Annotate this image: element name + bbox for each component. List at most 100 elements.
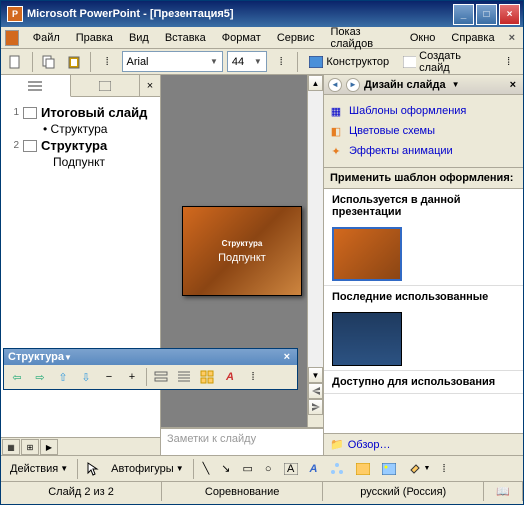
rectangle-tool[interactable]: ▭ [237,458,257,480]
prev-slide-button[interactable] [308,383,323,399]
minimize-button[interactable]: _ [453,4,474,25]
collapse-button[interactable]: − [98,367,120,387]
toolbar-more[interactable]: ⁞ [97,51,118,73]
arrow-tool[interactable]: ↘ [216,458,235,480]
status-spellcheck-icon[interactable]: 📖 [484,482,523,501]
status-slide: Слайд 2 из 2 [1,482,162,501]
designer-button[interactable]: Конструктор [304,51,394,73]
doc-close-button[interactable]: × [503,32,521,44]
slide-icon [23,107,37,119]
movedown-button[interactable]: ⇩ [75,367,97,387]
menu-view[interactable]: Вид [121,30,157,46]
svg-text:A: A [287,463,295,475]
toolbar-more-2[interactable]: ⁞ [271,51,292,73]
maximize-button[interactable]: □ [476,4,497,25]
taskpane-fwd-button[interactable]: ► [346,78,360,92]
picture-tool[interactable] [377,458,401,480]
outline-toolbar-window[interactable]: Структура ▼ × ⇦ ⇨ ⇧ ⇩ − + A ⁞ [3,348,298,390]
menu-slideshow[interactable]: Показ слайдов [322,24,401,52]
next-slide-button[interactable] [308,399,323,415]
app-icon: P [7,6,23,22]
select-tool[interactable] [82,458,104,480]
template-thumb-recent[interactable] [332,312,402,366]
notes-pane[interactable]: Заметки к слайду [161,427,323,455]
moveup-button[interactable]: ⇧ [52,367,74,387]
taskpane-back-button[interactable]: ◄ [328,78,342,92]
menu-tools[interactable]: Сервис [269,30,323,46]
vertical-scrollbar[interactable]: ▲ ▼ [307,75,323,427]
template-thumb-current[interactable] [332,227,402,281]
menu-edit[interactable]: Правка [68,30,121,46]
design-icon [309,56,323,68]
float-title: Структура [8,351,64,363]
line-tool[interactable]: ╲ [198,458,215,480]
paste-button[interactable] [63,51,84,73]
animation-icon: ✦ [328,143,344,159]
close-button[interactable]: × [499,4,520,25]
apply-template-label: Применить шаблон оформления: [324,168,523,188]
browse-link[interactable]: 📁 Обзор… [324,433,523,455]
menu-help[interactable]: Справка [443,30,502,46]
menu-format[interactable]: Формат [214,30,269,46]
pointer-icon [87,462,99,476]
close-pane-button[interactable]: × [140,75,160,96]
slideshow-view-button[interactable]: ▶ [40,439,58,455]
expand-all-button[interactable] [173,367,195,387]
show-formatting-button[interactable]: A [219,367,241,387]
slide-icon [23,140,37,152]
slide-preview[interactable]: Структура Подпункт [182,206,302,296]
taskpane-title: Дизайн слайда [364,79,446,91]
copy-button[interactable] [39,51,60,73]
collapse-all-button[interactable] [150,367,172,387]
oval-tool[interactable]: ○ [260,458,277,480]
normal-view-button[interactable]: ▦ [2,439,20,455]
slides-tab[interactable] [71,75,141,96]
taskpane-dropdown[interactable]: ▼ [452,80,460,89]
menu-window[interactable]: Окно [402,30,444,46]
outline-sub[interactable]: Подпункт [53,155,156,169]
taskpane-close-button[interactable]: × [507,79,519,91]
toolbar-more-3[interactable]: ⁞ [498,51,519,73]
fontsize-combo[interactable]: 44▼ [227,51,267,72]
new-button[interactable] [5,51,26,73]
templates-icon: ▦ [328,103,344,119]
colors-icon: ◧ [328,123,344,139]
document-icon [5,30,19,46]
float-close-button[interactable]: × [281,351,293,363]
menu-insert[interactable]: Вставка [157,30,214,46]
expand-button[interactable]: + [121,367,143,387]
fillcolor-tool[interactable]: ▼ [403,458,436,480]
color-schemes-link[interactable]: ◧Цветовые схемы [328,121,519,141]
wordart-tool[interactable]: A [305,458,323,480]
status-design: Соревнование [162,482,323,501]
float-dropdown[interactable]: ▼ [64,353,72,362]
new-slide-button[interactable]: Создать слайд [398,51,494,73]
summary-slide-button[interactable] [196,367,218,387]
toolbar-options-button[interactable]: ⁞ [242,367,264,387]
group-used-title: Используется в данной презентации [324,189,523,223]
outline-slide-2[interactable]: 2 Структура [5,136,156,155]
scroll-up-button[interactable]: ▲ [308,75,323,91]
scroll-down-button[interactable]: ▼ [308,367,323,383]
actions-menu[interactable]: Действия ▼ [5,458,73,480]
templates-link[interactable]: ▦Шаблоны оформления [328,101,519,121]
diagram-tool[interactable] [325,458,349,480]
menu-file[interactable]: Файл [25,30,68,46]
outline-slide-1[interactable]: 1 Итоговый слайд [5,103,156,122]
animation-link[interactable]: ✦Эффекты анимации [328,141,519,161]
clipart-tool[interactable] [351,458,375,480]
group-available-title: Доступно для использования [324,371,523,393]
textbox-tool[interactable]: A [279,458,303,480]
drawbar-more[interactable]: ⁞ [437,458,450,480]
promote-button[interactable]: ⇦ [6,367,28,387]
outline-tab[interactable] [1,75,71,97]
folder-icon: 📁 [330,438,344,451]
window-title: Microsoft PowerPoint - [Презентация5] [27,8,234,20]
font-combo[interactable]: Arial▼ [122,51,223,72]
group-recent-title: Последние использованные [324,286,523,308]
autoshapes-menu[interactable]: Автофигуры ▼ [106,458,189,480]
status-language[interactable]: русский (Россия) [323,482,484,501]
outline-bullet[interactable]: Структура [43,122,156,136]
demote-button[interactable]: ⇨ [29,367,51,387]
sorter-view-button[interactable]: ⊞ [21,439,39,455]
